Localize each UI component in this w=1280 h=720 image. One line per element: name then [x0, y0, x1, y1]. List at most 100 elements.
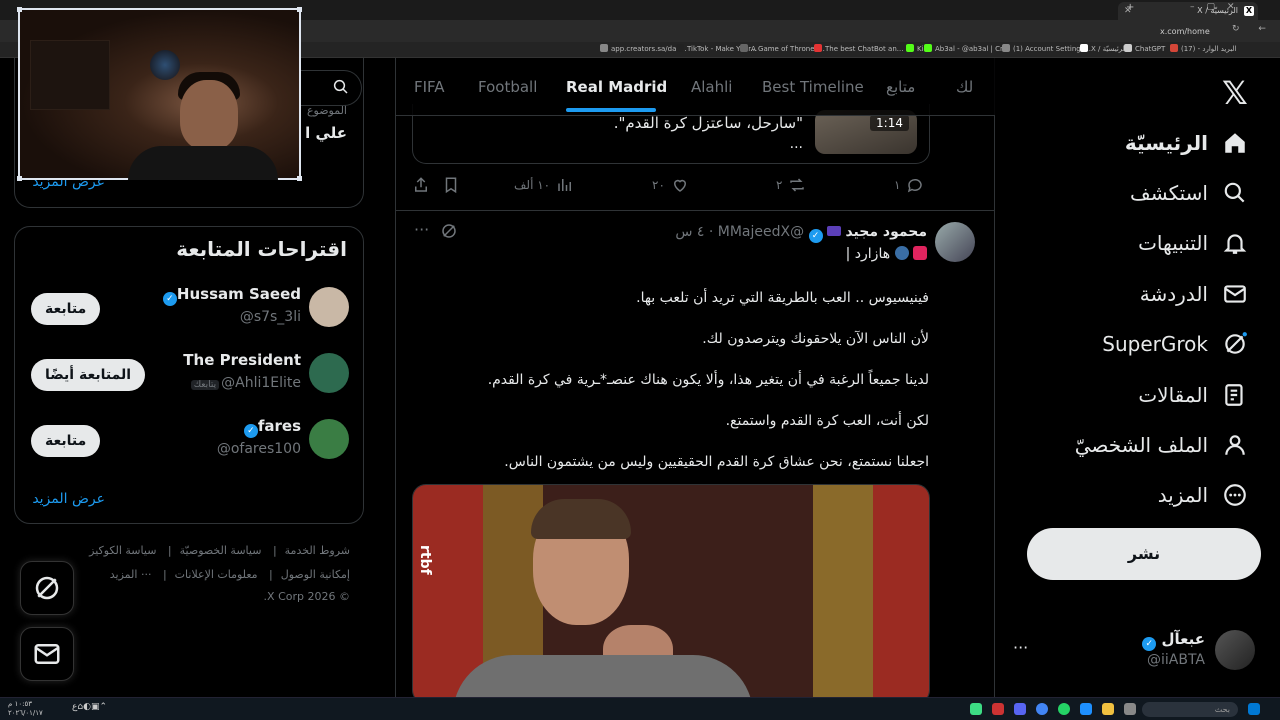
webcam-overlay[interactable]: [17, 7, 302, 181]
follow-button[interactable]: متابعة: [31, 293, 101, 325]
suggestion-name[interactable]: The President: [183, 351, 301, 369]
footer-link[interactable]: إمكانية الوصول: [281, 568, 350, 581]
bookmark-item[interactable]: A Game of Thrones...: [740, 44, 825, 53]
new-tab-button[interactable]: +: [1126, 2, 1134, 13]
tweet-video[interactable]: rtbf: [412, 484, 930, 697]
nav-item-6[interactable]: الملف الشخصيّ: [1075, 425, 1248, 465]
bookmark-item[interactable]: X / الرئيسيّة: [1080, 44, 1127, 53]
speaker-body: [453, 655, 753, 697]
show-more-link[interactable]: عرض المزيد: [32, 491, 105, 507]
bookmark-item[interactable]: Ab3al - @ab3al | Cr...: [924, 44, 1009, 53]
locker-background: [813, 485, 873, 697]
avatar[interactable]: [935, 222, 975, 262]
app-icon[interactable]: [1080, 703, 1092, 715]
window-controls[interactable]: –▢✕: [1190, 2, 1247, 12]
nav-label: المقالات: [1138, 383, 1208, 407]
timeline-tab[interactable]: Alahli: [691, 58, 732, 116]
bookmark-favicon-icon: [740, 44, 748, 52]
avatar[interactable]: [309, 287, 349, 327]
nav-label: التنبيهات: [1138, 231, 1208, 255]
chrome-icon[interactable]: [1036, 703, 1048, 715]
suggestion-row[interactable]: ✓ fares @ofares100 متابعة: [15, 411, 365, 471]
footer-link[interactable]: سياسة الخصوصيّة: [180, 544, 262, 557]
reply-button[interactable]: ١: [894, 176, 924, 194]
bookmark-item[interactable]: The best ChatBot an...: [814, 44, 903, 53]
messages-fab[interactable]: [20, 627, 74, 681]
footer-link[interactable]: شروط الخدمة: [285, 544, 350, 557]
nav-label: SuperGrok: [1102, 332, 1208, 356]
folder-icon[interactable]: [1102, 703, 1114, 715]
bookmark-item[interactable]: (17) - البريد الوارد: [1170, 44, 1236, 53]
app-icon[interactable]: [992, 703, 1004, 715]
timeline-tab[interactable]: Real Madrid: [566, 58, 667, 116]
bookmark-item[interactable]: (1) Account Settings...: [1002, 44, 1091, 53]
follow-button[interactable]: المتابعة أيضًا: [31, 359, 146, 391]
system-tray-icons[interactable]: ع⌂◐▣⌃: [72, 702, 107, 712]
like-button[interactable]: ٢٠: [652, 176, 689, 194]
suggestion-handle: @ofares100: [217, 441, 301, 457]
taskbar-clock[interactable]: ١٠:٥٣ م ٢٠٢٦/٠١/١٧: [8, 700, 43, 718]
search-icon[interactable]: [332, 78, 350, 100]
suggestion-name[interactable]: ✓ Hussam Saeed: [159, 285, 301, 306]
more-dots-icon[interactable]: ···: [414, 220, 429, 239]
whatsapp-icon[interactable]: [1058, 703, 1070, 715]
resize-handle[interactable]: [297, 7, 302, 12]
follows-you-badge: يتابعك: [190, 380, 220, 390]
timeline-tab[interactable]: لك: [956, 58, 973, 116]
nav-item-7[interactable]: المزيد: [1158, 475, 1248, 515]
bookmark-button[interactable]: [442, 176, 460, 194]
account-switcher[interactable]: عبعآل ✓ @iiABTA ···: [1010, 626, 1255, 676]
follow-button[interactable]: متابعة: [31, 425, 101, 457]
post-time[interactable]: ٤ س: [675, 224, 704, 240]
x-logo-icon[interactable]: 𝕏: [1222, 74, 1248, 112]
repost-button[interactable]: ٢: [776, 176, 806, 194]
windows-start-icon[interactable]: [1248, 703, 1260, 715]
reply-icon: [908, 178, 923, 193]
author-handle[interactable]: @MMajeedX: [718, 224, 804, 240]
share-button[interactable]: [412, 176, 430, 194]
footer-link[interactable]: سياسة الكوكيز: [89, 544, 156, 557]
home-timeline: FIFA Football Real Madrid Alahli Best Timeli…: [395, 58, 995, 697]
nav-item-0[interactable]: الرئيسيّة: [1125, 123, 1248, 163]
bookmark-item[interactable]: app.creators.sa/das...: [600, 44, 687, 53]
grok-icon[interactable]: [440, 222, 458, 244]
avatar[interactable]: [309, 353, 349, 393]
post-button[interactable]: نشر: [1027, 528, 1261, 580]
discord-icon[interactable]: [1014, 703, 1026, 715]
timeline-tab[interactable]: Best Timeline: [762, 58, 864, 116]
app-icon[interactable]: [970, 703, 982, 715]
suggestion-name[interactable]: ✓ fares: [240, 417, 301, 438]
views-count[interactable]: ١٠ ألف: [514, 176, 574, 194]
footer-link[interactable]: معلومات الإعلانات: [175, 568, 258, 581]
resize-handle[interactable]: [17, 7, 22, 12]
nav-item-3[interactable]: الدردشة: [1140, 274, 1248, 314]
suggestion-row[interactable]: The President يتابعك @Ahli1Elite المتابعة أ…: [15, 345, 365, 405]
resize-handle[interactable]: [297, 176, 302, 181]
grok-fab[interactable]: [20, 561, 74, 615]
grok-icon: [1222, 331, 1248, 357]
url-field[interactable]: x.com/home: [990, 24, 1230, 39]
tweet[interactable]: محمود مجيد ✓ @MMajeedX · ٤ س ··· هازارد …: [396, 210, 995, 697]
bookmark-favicon-icon: [1080, 44, 1088, 52]
app-icon[interactable]: [1124, 703, 1136, 715]
nav-item-4[interactable]: SuperGrok: [1102, 324, 1248, 364]
suggestion-row[interactable]: ✓ Hussam Saeed @s7s_3li متابعة: [15, 279, 365, 339]
nav-label: الرئيسيّة: [1124, 131, 1208, 155]
more-dots-icon[interactable]: ···: [1013, 638, 1028, 657]
reload-icon[interactable]: ↻ ←: [1232, 24, 1274, 34]
nav-item-1[interactable]: استكشف: [1130, 173, 1248, 213]
trend-name[interactable]: علي ا: [305, 124, 347, 142]
resize-handle[interactable]: [17, 176, 22, 181]
post-actions: ١٠ ألف ٢٠ ٢ ١: [412, 176, 932, 198]
likes-value: ٢٠: [652, 178, 665, 192]
author-name[interactable]: محمود مجيد: [845, 224, 927, 240]
nav-item-5[interactable]: المقالات: [1138, 375, 1248, 415]
avatar[interactable]: [309, 419, 349, 459]
timeline-tab[interactable]: متابع: [886, 58, 915, 116]
bookmark-item[interactable]: ChatGPT: [1124, 44, 1165, 53]
timeline-tab[interactable]: Football: [478, 58, 537, 116]
timeline-tab[interactable]: FIFA: [414, 58, 445, 116]
footer-link[interactable]: ··· المزيد: [110, 568, 152, 581]
nav-item-2[interactable]: التنبيهات: [1138, 223, 1248, 263]
taskbar-search[interactable]: بحث: [1142, 702, 1238, 717]
